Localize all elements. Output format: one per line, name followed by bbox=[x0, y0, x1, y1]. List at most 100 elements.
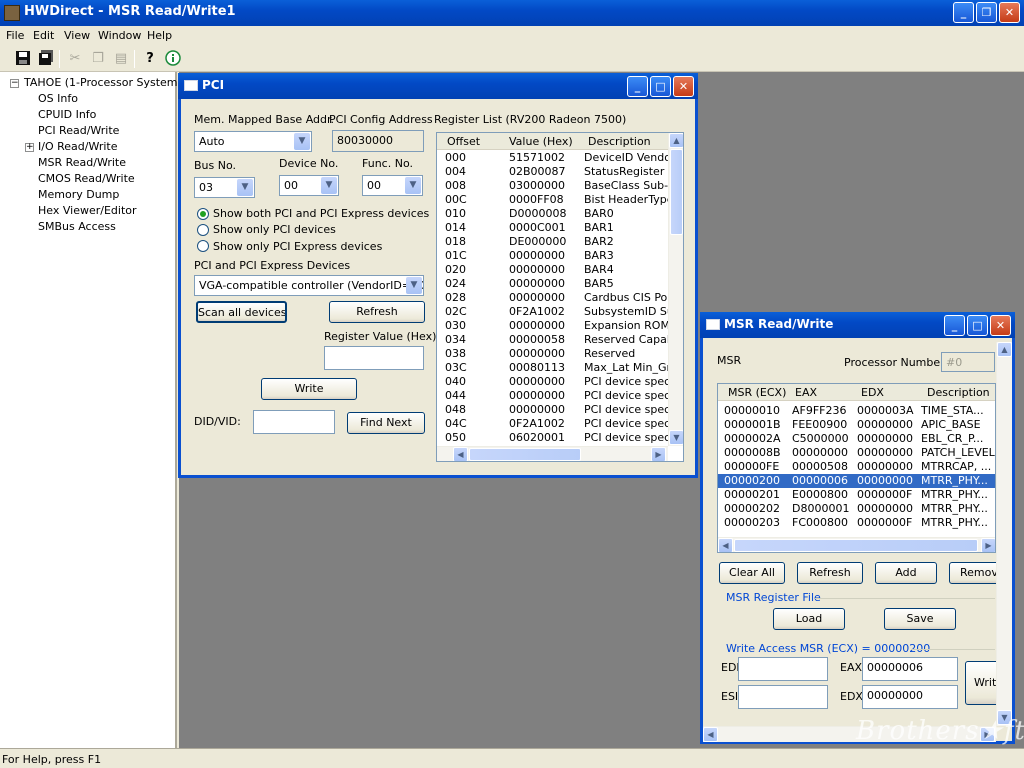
scroll-thumb[interactable] bbox=[469, 448, 581, 461]
table-row[interactable]: 00000203 FC000800 0000000F MTRR_PHY... bbox=[718, 516, 995, 530]
table-row[interactable]: 04C 0F2A1002 PCI device specif bbox=[437, 417, 668, 431]
table-row[interactable]: 000000FE 00000508 00000000 MTRRCAP, ... bbox=[718, 460, 995, 474]
table-row[interactable]: 00000200 00000006 00000000 MTRR_PHY... bbox=[718, 474, 995, 488]
pci-maximize-button[interactable]: □ bbox=[650, 76, 671, 97]
table-row[interactable]: 044 00000000 PCI device specif bbox=[437, 389, 668, 403]
scroll-down-icon[interactable]: ▼ bbox=[669, 430, 683, 445]
table-row[interactable]: 01C 00000000 BAR3 bbox=[437, 249, 668, 263]
column-offset[interactable]: Offset bbox=[447, 135, 480, 148]
table-row[interactable]: 048 00000000 PCI device specif bbox=[437, 403, 668, 417]
msr-register-list[interactable]: MSR (ECX) EAX EDX Description 00000010 AF… bbox=[717, 383, 996, 553]
proc-number-field[interactable]: #0 bbox=[941, 352, 995, 372]
menu-file[interactable]: File bbox=[6, 29, 24, 42]
save-button[interactable]: Save bbox=[884, 608, 956, 630]
table-row[interactable]: 014 0000C001 BAR1 bbox=[437, 221, 668, 235]
paste-icon[interactable]: ▤ bbox=[112, 50, 130, 68]
table-row[interactable]: 02C 0F2A1002 SubsystemID Sub bbox=[437, 305, 668, 319]
tree-item-pci-read-write[interactable]: PCI Read/Write bbox=[38, 124, 119, 137]
expand-icon[interactable]: + bbox=[25, 143, 34, 152]
table-row[interactable]: 00000010 AF9FF236 0000003A TIME_STA... bbox=[718, 404, 995, 418]
scan-all-devices-button[interactable]: Scan all devices bbox=[196, 301, 287, 323]
scroll-left-icon[interactable]: ◀ bbox=[453, 447, 468, 461]
table-row[interactable]: 040 00000000 PCI device specif bbox=[437, 375, 668, 389]
device-dropdown[interactable]: 00 ▼ bbox=[279, 175, 339, 196]
edi-input[interactable] bbox=[738, 657, 828, 681]
scroll-left-icon[interactable]: ◀ bbox=[718, 538, 733, 552]
table-row[interactable]: 0000008B 00000000 00000000 PATCH_LEVEL bbox=[718, 446, 995, 460]
table-row[interactable]: 004 02B00087 StatusRegister C bbox=[437, 165, 668, 179]
msr-list-hscrollbar[interactable]: ◀ ▶ bbox=[718, 537, 995, 552]
msr-maximize-button[interactable]: □ bbox=[967, 315, 988, 336]
scroll-thumb[interactable] bbox=[670, 149, 683, 235]
tree-root[interactable]: TAHOE (1-Processor System) bbox=[24, 76, 182, 89]
msr-close-button[interactable]: ✕ bbox=[990, 315, 1011, 336]
find-next-button[interactable]: Find Next bbox=[347, 412, 425, 434]
collapse-icon[interactable]: − bbox=[10, 79, 19, 88]
table-row[interactable]: 00C 0000FF08 Bist HeaderType bbox=[437, 193, 668, 207]
column-value[interactable]: Value (Hex) bbox=[509, 135, 573, 148]
table-row[interactable]: 008 03000000 BaseClass Sub-cl bbox=[437, 179, 668, 193]
table-row[interactable]: 0000002A C5000000 00000000 EBL_CR_P... bbox=[718, 432, 995, 446]
table-row[interactable]: 00000201 E0000800 0000000F MTRR_PHY... bbox=[718, 488, 995, 502]
pci-list-hscrollbar[interactable]: ◀ ▶ bbox=[437, 446, 668, 461]
reg-value-input[interactable] bbox=[324, 346, 424, 370]
cut-icon[interactable]: ✂ bbox=[66, 50, 84, 68]
scroll-right-icon[interactable]: ▶ bbox=[651, 447, 666, 461]
msr-refresh-button[interactable]: Refresh bbox=[797, 562, 863, 584]
pci-write-button[interactable]: Write bbox=[261, 378, 357, 400]
table-row[interactable]: 034 00000058 Reserved Capabi bbox=[437, 333, 668, 347]
column-msr-ecx[interactable]: MSR (ECX) bbox=[728, 386, 786, 399]
table-row[interactable]: 038 00000000 Reserved bbox=[437, 347, 668, 361]
remove-button[interactable]: Remove bbox=[949, 562, 999, 584]
table-row[interactable]: 030 00000000 Expansion ROM E bbox=[437, 319, 668, 333]
tree-item-memory-dump[interactable]: Memory Dump bbox=[38, 188, 119, 201]
radio-show-pci-label[interactable]: Show only PCI devices bbox=[213, 223, 336, 236]
tree-item-smbus-access[interactable]: SMBus Access bbox=[38, 220, 116, 233]
clear-all-button[interactable]: Clear All bbox=[719, 562, 785, 584]
copy-icon[interactable]: ❐ bbox=[89, 50, 107, 68]
func-dropdown[interactable]: 00 ▼ bbox=[362, 175, 423, 196]
tree-item-msr-read-write[interactable]: MSR Read/Write bbox=[38, 156, 126, 169]
table-row[interactable]: 020 00000000 BAR4 bbox=[437, 263, 668, 277]
load-button[interactable]: Load bbox=[773, 608, 845, 630]
config-addr-field[interactable]: 80030000 bbox=[332, 130, 424, 152]
table-row[interactable]: 00000202 D8000001 00000000 MTRR_PHY... bbox=[718, 502, 995, 516]
menu-window[interactable]: Window bbox=[98, 29, 141, 42]
info-icon[interactable] bbox=[164, 50, 182, 68]
tree-item-io-read-write[interactable]: I/O Read/Write bbox=[38, 140, 118, 153]
table-row[interactable]: 028 00000000 Cardbus CIS Poin bbox=[437, 291, 668, 305]
msr-write-button[interactable]: Write bbox=[965, 661, 1000, 705]
column-eax[interactable]: EAX bbox=[795, 386, 817, 399]
tree-item-os-info[interactable]: OS Info bbox=[38, 92, 78, 105]
menu-edit[interactable]: Edit bbox=[33, 29, 54, 42]
mem-base-dropdown[interactable]: Auto ▼ bbox=[194, 131, 312, 152]
scroll-up-icon[interactable]: ▲ bbox=[669, 133, 683, 148]
table-row[interactable]: 0000001B FEE00900 00000000 APIC_BASE bbox=[718, 418, 995, 432]
eax-input[interactable]: 00000006 bbox=[862, 657, 958, 681]
radio-show-both-label[interactable]: Show both PCI and PCI Express devices bbox=[213, 207, 429, 220]
table-row[interactable]: 000 51571002 DeviceID VendorI bbox=[437, 151, 668, 165]
msr-window-vscrollbar[interactable]: ▲ ▼ bbox=[996, 342, 1012, 726]
msr-minimize-button[interactable]: _ bbox=[944, 315, 965, 336]
save-all-icon[interactable] bbox=[37, 50, 55, 68]
radio-show-pcie[interactable] bbox=[197, 240, 209, 252]
esi-input[interactable] bbox=[738, 685, 828, 709]
devices-dropdown[interactable]: VGA-compatible controller (VendorID=1002… bbox=[194, 275, 424, 296]
column-description[interactable]: Description bbox=[927, 386, 990, 399]
table-row[interactable]: 010 D0000008 BAR0 bbox=[437, 207, 668, 221]
tree-item-cpuid-info[interactable]: CPUID Info bbox=[38, 108, 96, 121]
scroll-thumb[interactable] bbox=[734, 539, 978, 552]
table-row[interactable]: 03C 00080113 Max_Lat Min_Gnt bbox=[437, 361, 668, 375]
pci-register-list[interactable]: Offset Value (Hex) Description 000 515710… bbox=[436, 132, 684, 462]
pci-refresh-button[interactable]: Refresh bbox=[329, 301, 425, 323]
bus-dropdown[interactable]: 03 ▼ bbox=[194, 177, 255, 198]
table-row[interactable]: 018 DE000000 BAR2 bbox=[437, 235, 668, 249]
pci-list-vscrollbar[interactable]: ▲ ▼ bbox=[668, 133, 683, 446]
didvid-input[interactable] bbox=[253, 410, 335, 434]
close-button[interactable]: ✕ bbox=[999, 2, 1020, 23]
add-button[interactable]: Add bbox=[875, 562, 937, 584]
app-icon[interactable] bbox=[4, 5, 20, 21]
edx-input[interactable]: 00000000 bbox=[862, 685, 958, 709]
menu-view[interactable]: View bbox=[64, 29, 90, 42]
restore-button[interactable]: ❐ bbox=[976, 2, 997, 23]
